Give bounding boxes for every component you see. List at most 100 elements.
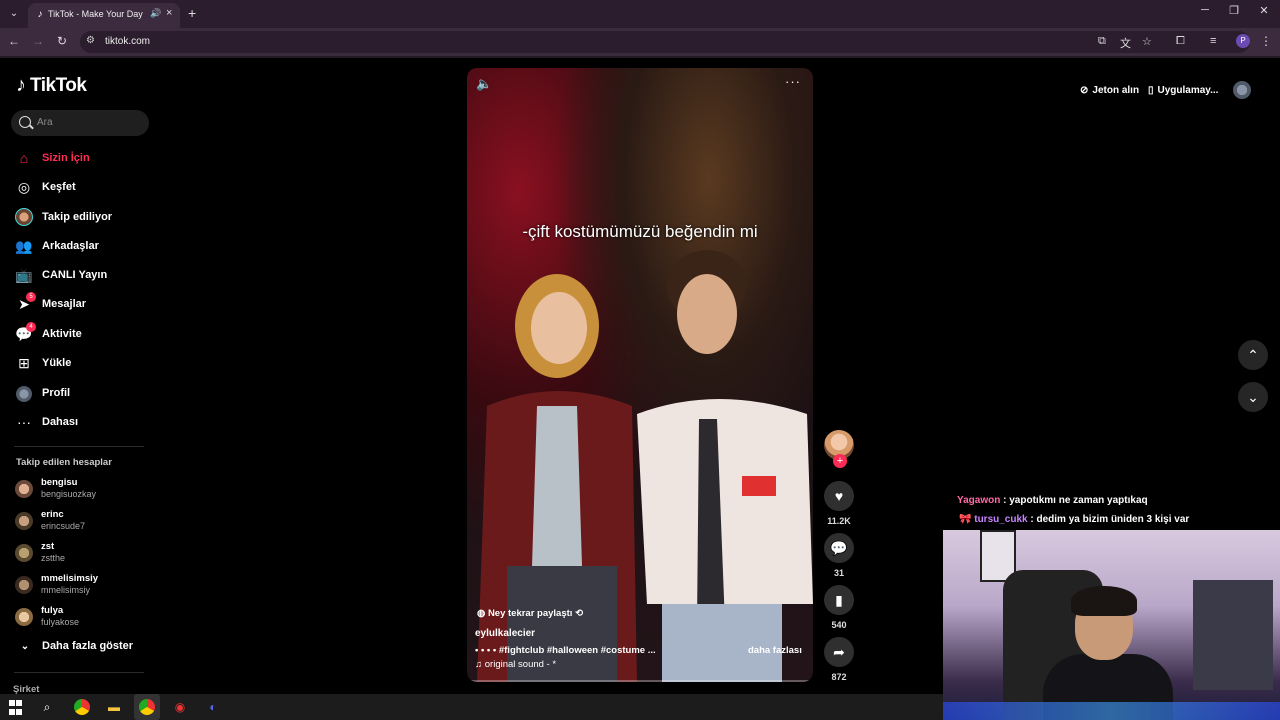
search-icon[interactable]: ⌕ <box>39 699 55 715</box>
chat-message: Yagawon : yapotıkmı ne zaman yaptıkaq <box>957 495 1148 506</box>
show-more-label: Daha fazla göster <box>42 640 134 652</box>
window-restore-button[interactable]: ❐ <box>1219 4 1249 17</box>
file-explorer-icon[interactable]: ▬ <box>106 699 122 715</box>
sidebar-item-messages[interactable]: ➤ 5 Mesajlar <box>14 291 154 316</box>
following-account[interactable]: mmelisimsiy mmelisimsiy <box>15 573 155 599</box>
more-link[interactable]: daha fazlası <box>748 645 802 656</box>
discord-icon[interactable]: ◐ <box>205 699 221 715</box>
extensions-icon[interactable]: ⧠ <box>1176 35 1185 48</box>
tab-title: TikTok - Make Your Day <box>48 9 143 19</box>
like-heart-icon[interactable]: ♥ <box>824 481 854 511</box>
video-person-right <box>637 250 813 682</box>
messages-icon: ➤ 5 <box>14 291 36 313</box>
sound-link[interactable]: ♫ original sound - * <box>475 659 556 670</box>
get-app-label: Uygulamay... <box>1157 84 1219 96</box>
site-info-icon[interactable]: ⚙ <box>86 35 95 46</box>
repost-label: ◍ Ney tekrar paylaştı ⟲ <box>477 608 583 619</box>
obs-icon[interactable]: ◉ <box>172 699 188 715</box>
save-count: 540 <box>831 620 847 630</box>
back-icon[interactable]: ← <box>6 34 22 48</box>
sidebar-divider <box>14 446 144 447</box>
get-coins-button[interactable]: ⊘ Jeton alın <box>1080 79 1139 101</box>
webcam-shelf <box>1193 580 1273 690</box>
bookmark-star-icon[interactable]: ☆ <box>1142 35 1152 48</box>
activity-badge: 4 <box>26 321 36 332</box>
reload-icon[interactable]: ↻ <box>54 34 70 48</box>
browser-tab[interactable]: ♪ TikTok - Make Your Day 🔊 × <box>28 3 180 28</box>
sidebar-item-explore[interactable]: ◎ Keşfet <box>14 175 154 199</box>
sidebar-item-label: Dahası <box>42 416 79 428</box>
sidebar-item-label: CANLI Yayın <box>42 269 108 281</box>
user-avatar[interactable] <box>1233 81 1251 99</box>
avatar <box>15 480 33 498</box>
get-app-button[interactable]: ▯ Uygulamay... <box>1148 79 1218 101</box>
tab-close-icon[interactable]: × <box>166 7 172 19</box>
new-tab-button[interactable]: + <box>188 5 196 21</box>
chrome-icon[interactable] <box>74 699 90 715</box>
windows-start-icon[interactable] <box>9 700 25 716</box>
tiktok-logo[interactable]: ♪ TikTok <box>16 74 87 97</box>
show-more-button[interactable]: ⌄ Daha fazla göster <box>16 640 133 652</box>
browser-profile-avatar[interactable]: P <box>1236 34 1250 48</box>
share-icon[interactable]: ➦ <box>824 637 854 667</box>
chrome-profile-icon[interactable] <box>139 699 155 715</box>
following-account[interactable]: fulya fulyakose <box>15 605 155 631</box>
following-account[interactable]: zst zstthe <box>15 541 155 567</box>
sidebar-item-upload[interactable]: ⊞ Yükle <box>14 351 154 375</box>
browser-menu-icon[interactable]: ⋮ <box>1258 34 1274 48</box>
avatar <box>15 576 33 594</box>
sidebar-item-live[interactable]: 📺 CANLI Yayın <box>14 263 154 287</box>
sidebar-item-friends[interactable]: 👥 Arkadaşlar <box>14 234 154 258</box>
messages-badge: 5 <box>26 291 36 302</box>
repost-icon: ⟲ <box>572 608 584 619</box>
sidebar-divider <box>14 672 144 673</box>
search-input[interactable]: Ara <box>11 110 149 136</box>
phone-icon: ▯ <box>1148 84 1154 96</box>
browser-tab-strip: ⌄ ♪ TikTok - Make Your Day 🔊 × + ─ ❐ ✕ <box>0 0 1280 28</box>
window-close-button[interactable]: ✕ <box>1249 4 1279 17</box>
sidebar-item-label: Arkadaşlar <box>42 240 99 252</box>
compass-icon: ◎ <box>17 178 31 195</box>
previous-video-chevron-up-icon[interactable]: ⌃ <box>1238 340 1268 370</box>
following-account[interactable]: bengisu bengisuozkay <box>15 477 155 503</box>
chat-text: yapotıkmı ne zaman yaptıkaq <box>1009 495 1148 506</box>
video-player[interactable]: -çift kostümümüzü beğendin mi 🔈 ··· ◍ Ne… <box>467 68 813 682</box>
sidebar-item-following[interactable]: Takip ediliyor <box>14 205 154 229</box>
sidebar-item-for-you[interactable]: ⌂ Sizin İçin <box>14 146 154 170</box>
account-handle: bengisuozkay <box>41 489 97 499</box>
sidebar-item-label: Sizin İçin <box>42 152 90 164</box>
tab-search-chevron-icon[interactable]: ⌄ <box>6 6 22 22</box>
tab-audio-icon[interactable]: 🔊 <box>150 8 161 19</box>
chrome-divider <box>0 56 1280 58</box>
avatar <box>15 608 33 626</box>
account-name: mmelisimsiy <box>41 573 99 584</box>
next-video-chevron-down-icon[interactable]: ⌄ <box>1238 382 1268 412</box>
more-dots-icon: ··· <box>17 414 31 430</box>
tiktok-favicon-icon: ♪ <box>37 9 43 20</box>
video-progress-bar[interactable] <box>467 680 813 682</box>
video-author[interactable]: eylulkalecier <box>475 628 535 639</box>
address-bar[interactable]: ⚙ tiktok.com ⧉ 文 ☆ ⧠ ≡ <box>80 31 1250 53</box>
logo-text: TikTok <box>30 74 87 96</box>
sidebar-item-profile[interactable]: Profil <box>14 381 154 405</box>
sidebar-item-more[interactable]: ··· Dahası <box>14 410 154 434</box>
chevron-down-icon: ⌄ <box>20 640 30 652</box>
install-app-icon[interactable]: ⧉ <box>1098 35 1106 48</box>
following-account[interactable]: erinc erincsude7 <box>15 509 155 535</box>
address-toolbar: ← → ↻ ⚙ tiktok.com ⧉ 文 ☆ ⧠ ≡ ⋮ <box>0 28 1280 56</box>
sidebar-item-label: Mesajlar <box>42 298 87 310</box>
account-handle: mmelisimsiy <box>41 585 90 595</box>
more-options-icon[interactable]: ··· <box>785 74 801 89</box>
reading-list-icon[interactable]: ≡ <box>1210 35 1216 47</box>
window-minimize-button[interactable]: ─ <box>1190 4 1220 16</box>
follow-button[interactable]: + <box>833 454 847 468</box>
translate-icon[interactable]: 文 <box>1120 35 1131 51</box>
bookmark-icon[interactable]: ▮ <box>824 585 854 615</box>
volume-icon[interactable]: 🔈 <box>476 76 492 92</box>
account-handle: erincsude7 <box>41 521 86 531</box>
sidebar-item-activity[interactable]: 💬 4 Aktivite <box>14 321 154 346</box>
comment-icon[interactable]: 💬 <box>824 533 854 563</box>
forward-icon[interactable]: → <box>30 34 46 48</box>
live-icon: 📺 <box>15 266 33 283</box>
video-overlay-text: -çift kostümümüzü beğendin mi <box>522 222 758 241</box>
